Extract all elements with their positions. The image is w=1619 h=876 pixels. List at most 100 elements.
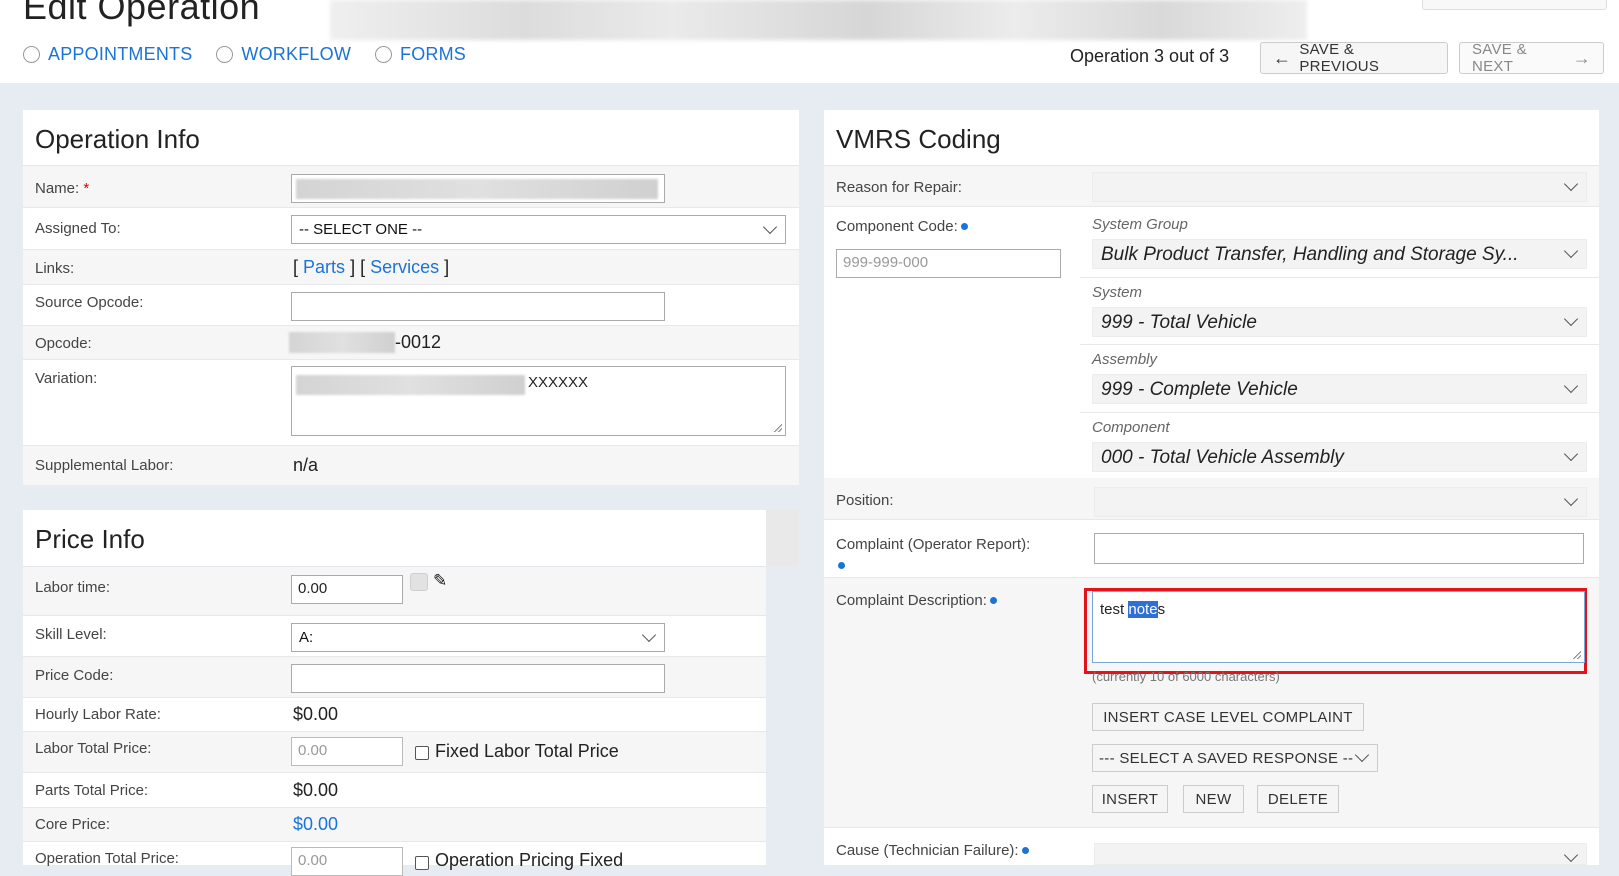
saved-response-select[interactable]: --- SELECT A SAVED RESPONSE --	[1092, 744, 1378, 772]
resize-grip-icon[interactable]	[1573, 651, 1581, 659]
tab-label[interactable]: FORMS	[400, 44, 466, 65]
radio-icon[interactable]	[23, 46, 40, 63]
tab-workflow[interactable]: WORKFLOW	[216, 44, 351, 65]
supplemental-value: n/a	[293, 455, 319, 475]
links-value: [ Parts ] [ Services ]	[293, 257, 449, 278]
complaint-description-text: test notes	[1100, 601, 1166, 618]
variation-label: Variation:	[35, 370, 98, 387]
top-right-button-edge[interactable]	[1422, 0, 1607, 10]
price-code-input[interactable]	[291, 664, 665, 693]
saved-response-value: --- SELECT A SAVED RESPONSE --	[1099, 749, 1354, 767]
complaint-input[interactable]	[1094, 533, 1584, 564]
links-label: Links:	[35, 260, 75, 277]
component-code-input[interactable]: 999-999-000	[836, 249, 1061, 278]
labor-time-row: Labor time: 0.00 ✎	[23, 567, 766, 616]
bracket: [	[360, 257, 366, 277]
op-pricing-fixed-checkbox[interactable]	[415, 856, 429, 870]
assembly-value: 999 - Complete Vehicle	[1101, 379, 1298, 400]
position-select[interactable]	[1094, 487, 1587, 517]
labor-total-input[interactable]: 0.00	[291, 737, 403, 766]
radio-icon[interactable]	[216, 46, 234, 63]
assigned-value: -- SELECT ONE --	[299, 221, 423, 238]
op-total-label: Operation Total Price:	[35, 850, 179, 867]
radio-icon[interactable]	[375, 46, 393, 63]
divider	[1080, 277, 1599, 278]
calculator-icon[interactable]	[410, 573, 428, 591]
operation-counter: Operation 3 out of 3	[1070, 46, 1230, 66]
source-opcode-label: Source Opcode:	[35, 294, 144, 311]
reason-select[interactable]	[1092, 172, 1587, 202]
name-label: Name: *	[35, 180, 90, 197]
cause-label: Cause (Technician Failure):	[836, 842, 1029, 859]
core-price-link[interactable]: $0.00	[293, 814, 338, 835]
labor-total-row: Labor Total Price: 0.00 Fixed Labor Tota…	[23, 732, 766, 773]
assigned-row: Assigned To: -- SELECT ONE --	[23, 208, 799, 250]
system-group-select[interactable]: Bulk Product Transfer, Handling and Stor…	[1092, 239, 1587, 269]
component-select[interactable]: 000 - Total Vehicle Assembly	[1092, 442, 1587, 472]
divider	[1080, 412, 1599, 413]
chevron-down-icon	[1563, 243, 1579, 259]
required-dot-icon	[1021, 847, 1029, 854]
op-pricing-fixed-label: Operation Pricing Fixed	[435, 850, 624, 870]
component-code-placeholder: 999-999-000	[843, 254, 929, 271]
chevron-down-icon	[1563, 378, 1579, 394]
reason-label: Reason for Repair:	[836, 179, 962, 196]
divider	[1080, 344, 1599, 345]
resize-grip-icon[interactable]	[774, 424, 782, 432]
links-row: Links: [ Parts ] [ Services ]	[23, 250, 799, 285]
source-opcode-input[interactable]	[291, 292, 665, 321]
new-button[interactable]: NEW	[1183, 785, 1244, 813]
tab-appointments[interactable]: APPOINTMENTS	[23, 44, 192, 65]
variation-suffix: XXXXXX	[528, 374, 589, 391]
required-dot-icon	[838, 562, 845, 569]
insert-button[interactable]: INSERT	[1092, 785, 1168, 813]
assembly-select[interactable]: 999 - Complete Vehicle	[1092, 374, 1587, 404]
save-previous-label: SAVE & PREVIOUS	[1299, 41, 1380, 75]
fixed-labor-checkbox[interactable]	[415, 746, 429, 760]
complaint-label: Complaint (Operator Report):	[836, 534, 1076, 576]
assigned-select[interactable]: -- SELECT ONE --	[291, 215, 786, 244]
cause-select[interactable]	[1094, 843, 1587, 865]
system-caption: System	[1092, 284, 1143, 301]
opcode-suffix: -0012	[395, 332, 442, 352]
complaint-description-label: Complaint Description:	[836, 592, 997, 609]
redacted-header-info	[330, 0, 1307, 40]
services-link[interactable]: Services	[370, 257, 439, 277]
bracket: [	[293, 257, 299, 277]
insert-case-complaint-button[interactable]: INSERT CASE LEVEL COMPLAINT	[1092, 703, 1364, 731]
delete-button[interactable]: DELETE	[1257, 785, 1339, 813]
complaint-description-textarea[interactable]: test notes	[1092, 591, 1585, 663]
assembly-caption: Assembly	[1092, 351, 1158, 368]
chevron-down-icon	[762, 219, 778, 235]
component-caption: Component	[1092, 419, 1170, 436]
price-code-label: Price Code:	[35, 667, 114, 684]
tab-forms[interactable]: FORMS	[375, 44, 466, 65]
save-next-button[interactable]: SAVE & NEXT →	[1459, 41, 1604, 75]
chevron-down-icon	[1563, 847, 1579, 863]
char-count: (currently 10 of 6000 characters)	[1092, 669, 1280, 684]
hourly-rate-value: $0.00	[293, 704, 339, 724]
op-total-input[interactable]: 0.00	[291, 847, 403, 876]
chevron-down-icon	[1563, 311, 1579, 327]
system-select[interactable]: 999 - Total Vehicle	[1092, 307, 1587, 337]
skill-level-value: A:	[299, 629, 314, 646]
chevron-down-icon	[641, 627, 657, 643]
labor-total-placeholder: 0.00	[298, 742, 328, 759]
tab-label[interactable]: WORKFLOW	[241, 44, 351, 65]
opcode-label: Opcode:	[35, 335, 92, 352]
required-dot-icon	[989, 597, 997, 604]
panel-title: Price Info	[23, 510, 766, 567]
save-previous-button[interactable]: ← SAVE & PREVIOUS	[1260, 41, 1448, 75]
tab-label[interactable]: APPOINTMENTS	[48, 44, 192, 65]
redacted-name	[296, 179, 658, 199]
labor-time-value: 0.00	[298, 580, 328, 597]
labor-time-input[interactable]: 0.00	[291, 575, 403, 604]
operation-info-panel: Operation Info Name: * Assigned To: -- S…	[23, 110, 799, 485]
pencil-icon[interactable]: ✎	[433, 571, 447, 591]
skill-level-select[interactable]: A:	[291, 623, 665, 652]
parts-link[interactable]: Parts	[303, 257, 345, 277]
name-field[interactable]	[291, 174, 665, 203]
labor-time-label: Labor time:	[35, 579, 111, 596]
variation-textarea[interactable]: XXXXXX	[291, 366, 786, 436]
op-total-row: Operation Total Price: 0.00 Operation Pr…	[23, 842, 766, 876]
